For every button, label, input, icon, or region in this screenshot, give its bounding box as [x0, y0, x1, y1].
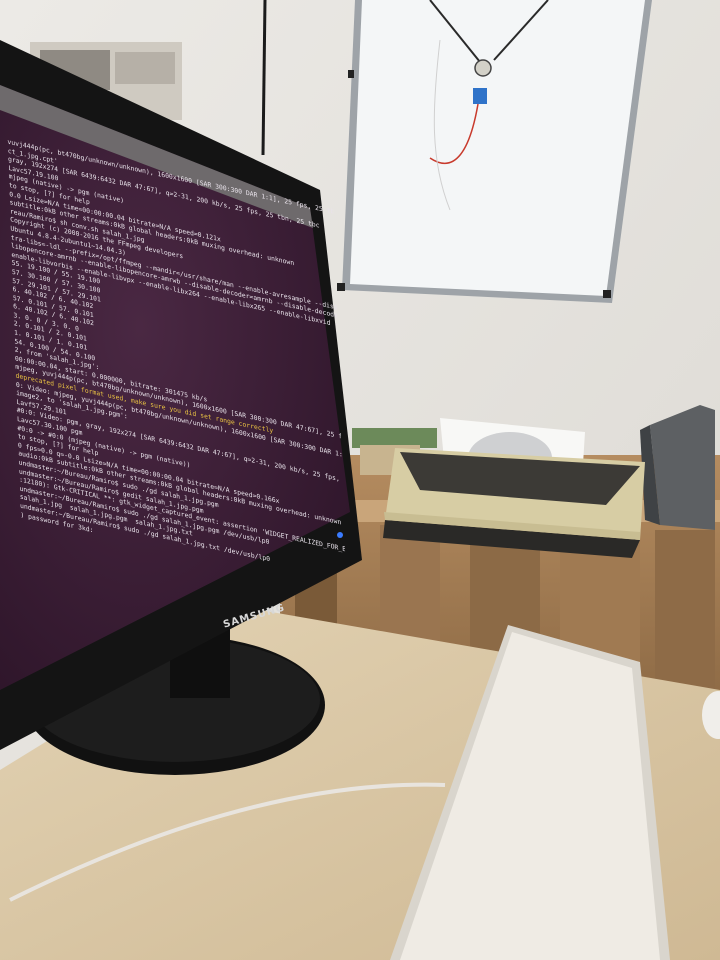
hanging-cable — [261, 0, 267, 156]
photo-scene — [0, 0, 720, 960]
whiteboard-plotter — [337, 0, 652, 303]
